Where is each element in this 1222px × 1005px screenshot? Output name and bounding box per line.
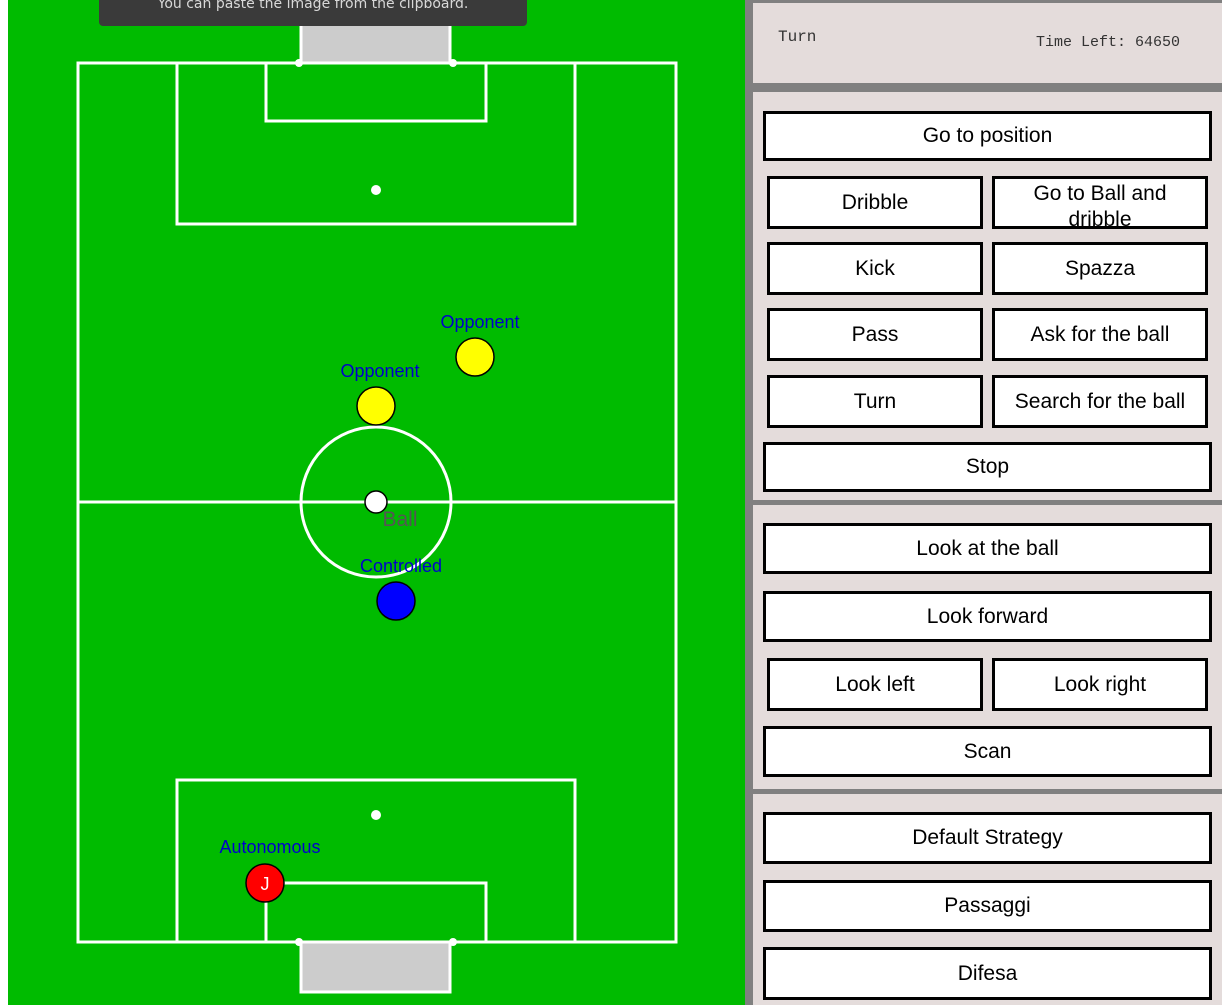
controlled-player[interactable] xyxy=(376,581,416,621)
turn-button[interactable]: Turn xyxy=(767,375,983,428)
stop-button[interactable]: Stop xyxy=(763,442,1212,492)
clipboard-toast: You can paste the image from the clipboa… xyxy=(99,0,527,26)
top-penalty-spot xyxy=(371,185,381,195)
search-for-ball-button[interactable]: Search for the ball xyxy=(992,375,1208,428)
top-penalty-area xyxy=(175,61,577,226)
toast-text: You can paste the image from the clipboa… xyxy=(157,0,469,12)
look-left-button[interactable]: Look left xyxy=(767,658,983,711)
panel-separator xyxy=(753,83,1222,92)
dribble-button[interactable]: Dribble xyxy=(767,176,983,229)
look-at-ball-button[interactable]: Look at the ball xyxy=(763,523,1212,574)
default-strategy-button[interactable]: Default Strategy xyxy=(763,812,1212,864)
bottom-goal xyxy=(299,940,452,994)
kick-button[interactable]: Kick xyxy=(767,242,983,295)
goalpost-dot xyxy=(295,59,303,67)
player-label: Opponent xyxy=(440,312,519,332)
goalpost-dot xyxy=(449,59,457,67)
field-canvas[interactable]: Opponent Opponent Ball Controlled Autono… xyxy=(8,0,745,1005)
goalpost-dot xyxy=(295,938,303,946)
bottom-penalty-area xyxy=(175,778,577,944)
player-marker: J xyxy=(261,874,270,894)
look-right-button[interactable]: Look right xyxy=(992,658,1208,711)
player-label: Opponent xyxy=(340,361,419,381)
pass-button[interactable]: Pass xyxy=(767,308,983,361)
scan-button[interactable]: Scan xyxy=(763,726,1212,777)
status-title: Turn xyxy=(778,28,817,46)
go-to-ball-dribble-button[interactable]: Go to Ball and dribble xyxy=(992,176,1208,229)
panel-divider xyxy=(745,0,753,1005)
opponent-player[interactable] xyxy=(455,337,495,377)
ask-for-ball-button[interactable]: Ask for the ball xyxy=(992,308,1208,361)
player-label: Controlled xyxy=(360,556,442,576)
go-to-position-button[interactable]: Go to position xyxy=(763,111,1212,161)
soccer-field[interactable]: Opponent Opponent Ball Controlled Autono… xyxy=(8,0,745,1005)
difesa-button[interactable]: Difesa xyxy=(763,947,1212,1000)
top-goal-area xyxy=(264,61,488,123)
ball-label: Ball xyxy=(382,508,417,531)
look-forward-button[interactable]: Look forward xyxy=(763,591,1212,642)
time-left: Time Left: 64650 xyxy=(1036,34,1181,51)
goalpost-dot xyxy=(449,938,457,946)
bottom-goal-area xyxy=(264,881,488,944)
player-label: Autonomous xyxy=(219,837,320,857)
opponent-player[interactable] xyxy=(356,386,396,426)
spazza-button[interactable]: Spazza xyxy=(992,242,1208,295)
passaggi-button[interactable]: Passaggi xyxy=(763,880,1212,932)
bottom-penalty-spot xyxy=(371,810,381,820)
